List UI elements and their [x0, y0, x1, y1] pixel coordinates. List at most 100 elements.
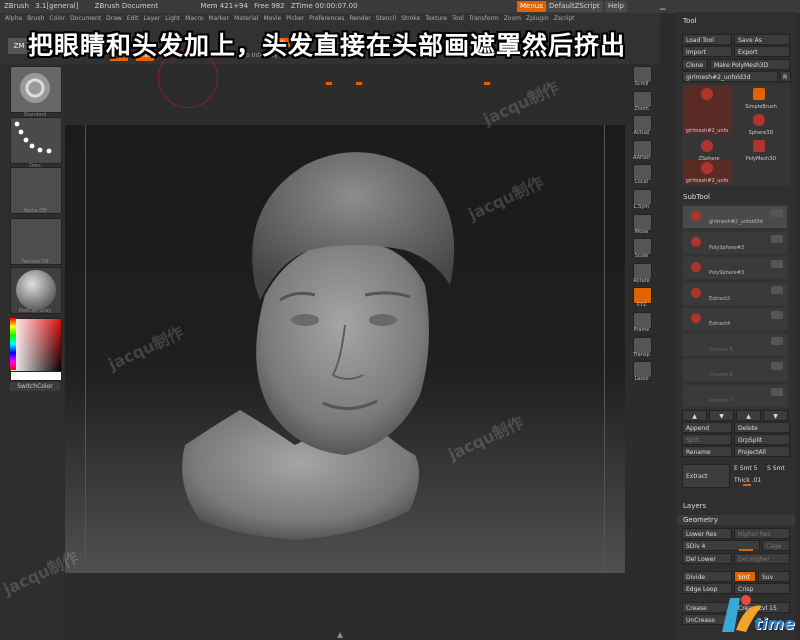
- rotate-button[interactable]: Rotate: [629, 262, 654, 287]
- menu-item-color[interactable]: Color: [49, 15, 65, 22]
- actual-button[interactable]: Actual: [629, 115, 654, 139]
- transp-button[interactable]: Transp: [629, 336, 654, 361]
- s-smt-slider[interactable]: S Smt: [767, 465, 785, 472]
- menu-item-zplugin[interactable]: Zplugin: [526, 15, 549, 22]
- alpha-thumbnail[interactable]: [10, 167, 62, 214]
- menu-item-marker[interactable]: Marker: [208, 15, 229, 22]
- rename-button[interactable]: Rename: [682, 446, 732, 457]
- scale-button[interactable]: Scale: [629, 238, 654, 262]
- make-polymesh-button[interactable]: Make PolyMesh3D: [710, 59, 790, 70]
- visibility-eye-icon[interactable]: [771, 209, 783, 217]
- menu-item-light[interactable]: Light: [165, 15, 180, 22]
- subtool-item[interactable]: Extract2: [683, 282, 787, 305]
- switch-color-button[interactable]: SwitchColor: [10, 382, 60, 391]
- geometry-header[interactable]: Geometry: [677, 515, 795, 525]
- menu-item-picker[interactable]: Picker: [286, 15, 304, 22]
- layers-header[interactable]: Layers: [677, 501, 795, 511]
- local-button[interactable]: Local: [629, 164, 654, 188]
- subtool-item[interactable]: Extract4: [683, 308, 787, 330]
- color-picker[interactable]: [10, 318, 62, 372]
- lasso-button[interactable]: Lasso: [629, 361, 654, 385]
- move-button[interactable]: Move: [629, 213, 654, 238]
- menu-item-document[interactable]: Document: [70, 15, 101, 22]
- thick-slider[interactable]: Thick .01: [734, 477, 761, 484]
- append-button[interactable]: Append: [682, 422, 732, 433]
- delete-button[interactable]: Delete: [734, 422, 790, 433]
- xyz-button[interactable]: XYZ: [629, 287, 654, 311]
- r-button[interactable]: R: [780, 71, 791, 82]
- texture-thumbnail[interactable]: [10, 218, 62, 265]
- zm-button[interactable]: ZM: [8, 38, 30, 54]
- subtool-header[interactable]: SubTool: [677, 192, 795, 202]
- del-lower-button[interactable]: Del Lower: [682, 553, 732, 564]
- brush-thumbnail[interactable]: [10, 66, 62, 113]
- menu-item-draw[interactable]: Draw: [106, 15, 122, 22]
- menu-item-edit[interactable]: Edit: [127, 15, 139, 22]
- export-button[interactable]: Export: [734, 46, 790, 57]
- zoom-button[interactable]: Zoom: [629, 90, 654, 115]
- minimize-icon[interactable]: ▁: [660, 2, 672, 11]
- extract-button[interactable]: Extract: [682, 464, 730, 488]
- subtool-item[interactable]: Unused 6: [683, 359, 787, 381]
- stroke-thumbnail[interactable]: [10, 117, 62, 164]
- load-tool-button[interactable]: Load Tool: [682, 34, 732, 45]
- menu-item-alpha[interactable]: Alpha: [5, 15, 22, 22]
- subtool-item[interactable]: PolySphere#3: [683, 231, 787, 254]
- menu-item-material[interactable]: Material: [234, 15, 258, 22]
- tool-thumb-zsphere[interactable]: ZSphere: [683, 138, 735, 162]
- visibility-eye-icon[interactable]: [771, 234, 783, 243]
- tool-thumb-s[interactable]: SimpleBrush: [735, 86, 787, 110]
- primary-color-swatch[interactable]: [10, 371, 62, 381]
- subtool-item[interactable]: Unused 7: [683, 384, 787, 407]
- document-canvas[interactable]: jacqu制作 jacqu制作 jacqu制作: [65, 125, 625, 573]
- hue-strip[interactable]: [10, 318, 16, 370]
- suv-toggle[interactable]: Suv: [758, 571, 790, 582]
- visibility-eye-icon[interactable]: [771, 260, 783, 268]
- menu-item-render[interactable]: Render: [349, 15, 370, 22]
- menu-item-stroke[interactable]: Stroke: [401, 15, 420, 22]
- aahalf-button[interactable]: AAHalf: [629, 139, 654, 164]
- subtool-item[interactable]: Unused 5: [683, 333, 787, 356]
- default-zscript-button[interactable]: DefaultZScript: [546, 1, 603, 12]
- subtool-item[interactable]: PolySphere#3: [683, 257, 787, 279]
- tool-thumb-head[interactable]: girlmesh#2_unfo: [683, 160, 731, 184]
- e-smt-slider[interactable]: E Smt 5: [734, 465, 757, 472]
- tool-thumb-star[interactable]: PolyMesh3D: [735, 138, 787, 162]
- move-up-arrow-icon[interactable]: ▲: [736, 410, 761, 421]
- menu-item-preferences[interactable]: Preferences: [309, 15, 344, 22]
- material-thumbnail[interactable]: [10, 267, 62, 314]
- split-button[interactable]: Split: [682, 434, 732, 445]
- visibility-eye-icon[interactable]: [771, 387, 783, 396]
- menu-item-zoom[interactable]: Zoom: [504, 15, 521, 22]
- move-down-arrow-icon[interactable]: ▼: [763, 410, 788, 421]
- menu-item-macro[interactable]: Macro: [185, 15, 203, 22]
- frame-button[interactable]: Frame: [629, 312, 654, 336]
- projectall-button[interactable]: ProjectAll: [734, 446, 790, 457]
- current-tool-field[interactable]: girlmesh#2_unfold3d: [682, 71, 778, 82]
- visibility-eye-icon[interactable]: [771, 362, 783, 370]
- l-sym-button[interactable]: L.Sym: [629, 189, 654, 213]
- menu-item-zscript[interactable]: Zscript: [554, 15, 575, 22]
- higher-res-button[interactable]: Higher Res: [734, 528, 790, 539]
- menu-item-movie[interactable]: Movie: [263, 15, 281, 22]
- divide-button[interactable]: Divide: [682, 571, 732, 582]
- lower-res-button[interactable]: Lower Res: [682, 528, 732, 539]
- menu-item-texture[interactable]: Texture: [425, 15, 447, 22]
- clone-button[interactable]: Clone: [682, 59, 708, 70]
- move-down-arrow-icon[interactable]: ▼: [709, 410, 734, 421]
- subtool-item[interactable]: girlmesh#2_unfold3d: [683, 206, 787, 228]
- help-button[interactable]: Help: [605, 1, 627, 12]
- visibility-eye-icon[interactable]: [771, 336, 783, 345]
- tool-thumb-head[interactable]: girlmesh#2_unfo: [683, 86, 731, 134]
- smt-toggle[interactable]: Smt: [734, 571, 756, 582]
- collapse-arrow-icon[interactable]: ▲: [337, 630, 351, 640]
- menu-item-stencil[interactable]: Stencil: [376, 15, 396, 22]
- import-button[interactable]: Import: [682, 46, 732, 57]
- cage-button[interactable]: Cage: [762, 540, 790, 551]
- save-as-button[interactable]: Save As: [734, 34, 790, 45]
- grpsplit-button[interactable]: GrpSplit: [734, 434, 790, 445]
- menus-button[interactable]: Menus: [517, 1, 546, 12]
- visibility-eye-icon[interactable]: [771, 311, 783, 319]
- del-higher-button[interactable]: Del Higher: [734, 553, 790, 564]
- menu-item-brush[interactable]: Brush: [27, 15, 44, 22]
